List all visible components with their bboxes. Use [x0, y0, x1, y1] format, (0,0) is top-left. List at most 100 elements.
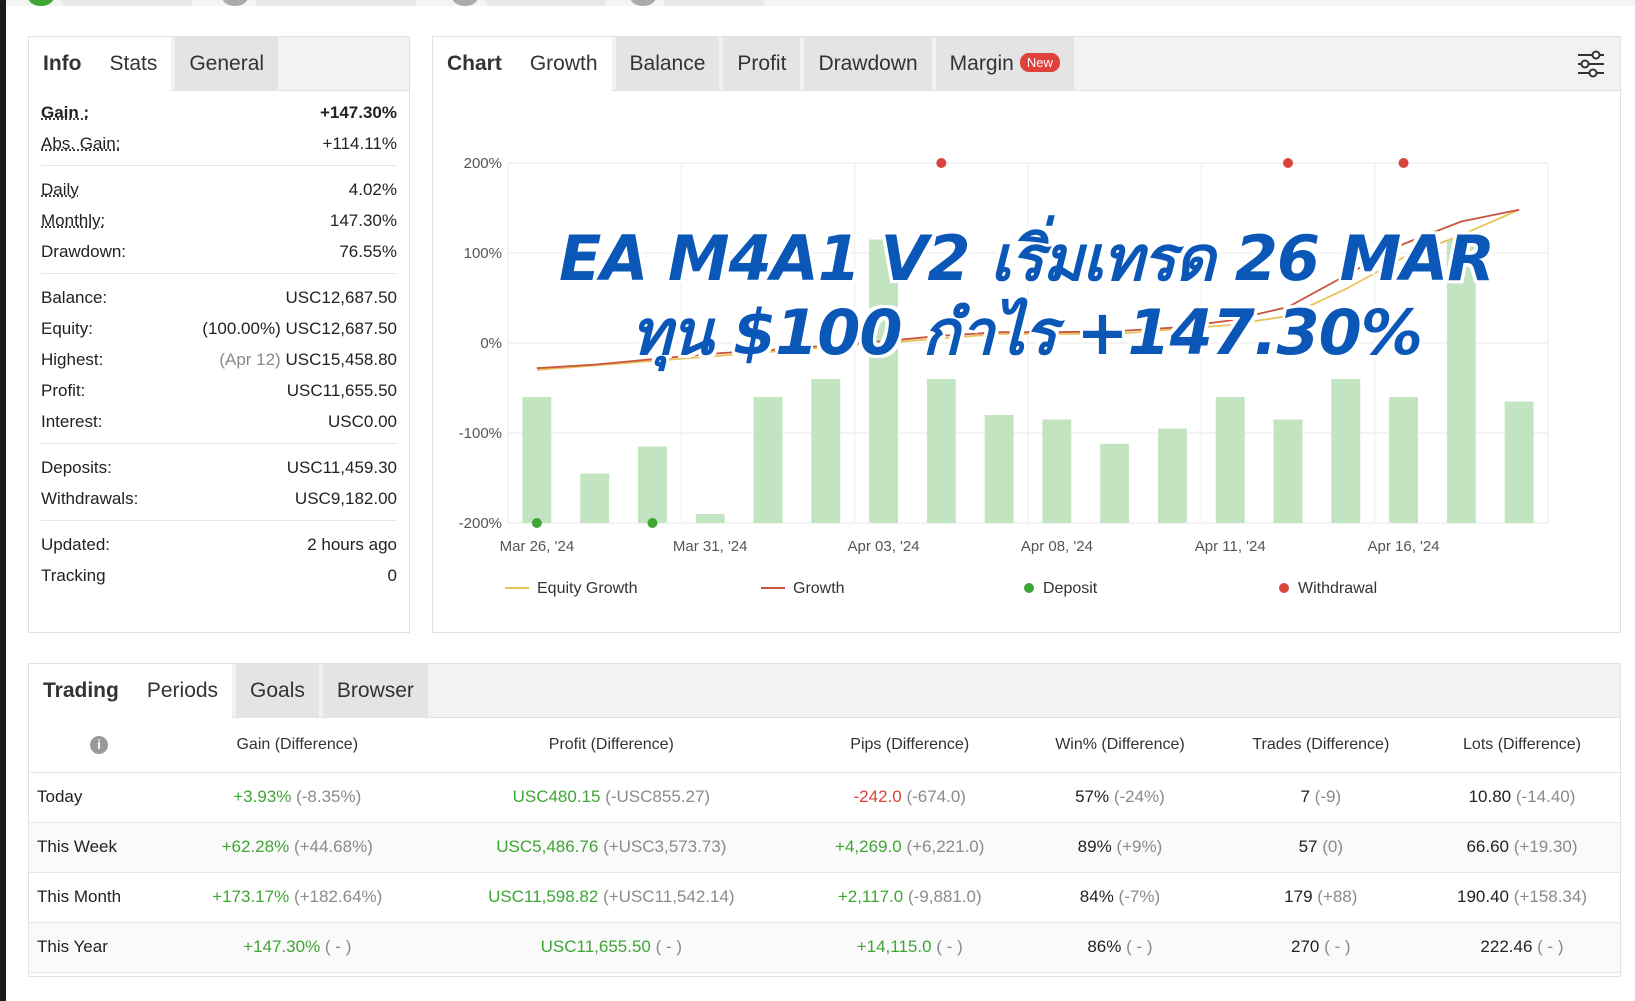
trades-cell: 57 (0): [1217, 822, 1425, 873]
gain-cell: +62.28% (+44.68%): [169, 822, 426, 873]
y-tick-label: -100%: [459, 425, 502, 442]
x-tick-label: Apr 11, '24: [1195, 538, 1266, 555]
chart-bar: [869, 239, 898, 523]
deposits-row: Deposits: USC11,459.30: [41, 452, 397, 483]
profit-row: Profit: USC11,655.50: [41, 375, 397, 406]
equity-label: Equity:: [41, 318, 93, 338]
win-value: 84%: [1079, 887, 1114, 906]
col-trades-header: Trades (Difference): [1217, 718, 1425, 773]
chart-tabs: Chart Growth Balance Profit Drawdown Mar…: [433, 37, 1620, 91]
top-pill: [486, 0, 606, 6]
profit-value: USC5,486.76: [496, 837, 599, 856]
legend-deposit-swatch: [1024, 583, 1034, 593]
trades-value: 179: [1284, 887, 1313, 906]
daily-label[interactable]: Daily: [41, 180, 79, 200]
table-row: This Month +173.17% (+182.64%) USC11,598…: [29, 872, 1620, 923]
tab-stats[interactable]: Stats: [95, 37, 172, 91]
profit-value: USC11,655.50: [540, 937, 651, 956]
period-label: This Week: [29, 822, 169, 873]
chart-bar: [984, 415, 1014, 523]
tab-info[interactable]: Info: [29, 37, 96, 91]
col-gain-header: Gain (Difference): [169, 718, 426, 773]
equity-value-wrap: (100.00%) USC12,687.50: [202, 319, 397, 339]
tracking-label: Tracking: [41, 565, 106, 585]
gain-diff: ( - ): [324, 937, 352, 956]
profit-diff: (+USC3,573.73): [603, 837, 727, 856]
interest-row: Interest: USC0.00: [41, 406, 397, 437]
y-tick-label: -200%: [459, 515, 502, 532]
profit-cell: USC11,655.50 ( - ): [425, 922, 798, 973]
x-tick-label: Apr 03, '24: [848, 538, 920, 555]
tab-general[interactable]: General: [175, 37, 279, 91]
col-lots-header: Lots (Difference): [1424, 718, 1620, 773]
drawdown-row: Drawdown: 76.55%: [41, 236, 397, 267]
tab-growth[interactable]: Growth: [515, 37, 612, 91]
tab-periods[interactable]: Periods: [132, 664, 233, 718]
abs-gain-value: +114.11%: [322, 133, 397, 153]
table-row: This Year +147.30% ( - ) USC11,655.50 ( …: [29, 922, 1620, 973]
y-tick-label: 200%: [464, 155, 502, 172]
lots-cell: 10.80 (-14.40): [1424, 772, 1620, 823]
updated-value: 2 hours ago: [307, 534, 397, 554]
tab-margin[interactable]: Margin New: [935, 37, 1074, 91]
gain-label[interactable]: Gain :: [41, 103, 89, 123]
withdrawal-point: [936, 158, 947, 168]
tab-margin-label: Margin: [949, 52, 1014, 75]
tab-drawdown[interactable]: Drawdown: [804, 37, 932, 91]
col-pips-header: Pips (Difference): [797, 718, 1023, 773]
abs-gain-label[interactable]: Abs. Gain:: [41, 134, 120, 154]
deposits-label: Deposits:: [41, 457, 112, 477]
info-panel: Info Stats General Gain : +147.30% Abs. G…: [28, 36, 410, 633]
withdrawals-row: Withdrawals: USC9,182.00: [41, 483, 397, 514]
highest-row: Highest: (Apr 12) USC15,458.80: [41, 344, 397, 375]
pips-value: +2,117.0: [837, 887, 904, 906]
chart-bar: [926, 379, 956, 523]
monthly-label[interactable]: Monthly:: [41, 211, 105, 231]
pips-diff: (+6,221.0): [906, 837, 985, 856]
pips-cell: +4,269.0 (+6,221.0): [797, 822, 1023, 873]
trades-diff: (-9): [1314, 787, 1342, 806]
tab-balance[interactable]: Balance: [615, 37, 720, 91]
highest-value: USC15,458.80: [285, 349, 397, 369]
chart-bar: [1158, 428, 1187, 523]
profit-cell: USC5,486.76 (+USC3,573.73): [425, 822, 798, 873]
win-value: 57%: [1075, 787, 1110, 806]
legend-label: Withdrawal: [1298, 580, 1377, 597]
win-diff: (-24%): [1113, 787, 1165, 806]
top-pill: [664, 0, 764, 6]
info-circle-icon[interactable]: i: [90, 735, 108, 754]
chart-bar: [1215, 397, 1245, 523]
monthly-row: Monthly: 147.30%: [41, 205, 397, 236]
divider: [41, 273, 397, 274]
divider: [41, 520, 397, 521]
interest-value: USC0.00: [328, 411, 397, 431]
trading-panel: Trading Periods Goals Browser i Gain (Di…: [28, 663, 1621, 977]
x-tick-label: Mar 31, '24: [673, 538, 748, 555]
tab-browser[interactable]: Browser: [322, 664, 428, 718]
balance-row: Balance: USC12,687.50: [41, 282, 397, 313]
info-header-cell: i: [29, 718, 169, 773]
divider: [41, 443, 397, 444]
top-pill: [256, 0, 416, 6]
win-cell: 89% (+9%): [1022, 822, 1218, 873]
equity-value: USC12,687.50: [285, 318, 397, 338]
tab-trading[interactable]: Trading: [29, 664, 133, 718]
tab-goals[interactable]: Goals: [236, 664, 319, 718]
gain-diff: (-8.35%): [296, 787, 362, 806]
equity-row: Equity: (100.00%) USC12,687.50: [41, 313, 397, 344]
win-value: 89%: [1077, 837, 1112, 856]
tab-chart[interactable]: Chart: [433, 37, 516, 91]
sliders-icon[interactable]: [1576, 49, 1606, 79]
tab-profit[interactable]: Profit: [723, 37, 801, 91]
trades-diff: (+88): [1317, 887, 1358, 906]
chart-bar: [1042, 419, 1072, 523]
pips-value: +4,269.0: [835, 837, 902, 856]
legend-withdrawal-swatch: [1279, 583, 1289, 593]
lots-cell: 190.40 (+158.34): [1424, 872, 1620, 923]
col-win-header: Win% (Difference): [1022, 718, 1218, 773]
pips-cell: +2,117.0 (-9,881.0): [797, 872, 1023, 923]
win-cell: 86% ( - ): [1022, 922, 1218, 973]
gain-cell: +173.17% (+182.64%): [169, 872, 426, 923]
gain-cell: +3.93% (-8.35%): [169, 772, 426, 823]
profit-cell: USC11,598.82 (+USC11,542.14): [425, 872, 798, 923]
